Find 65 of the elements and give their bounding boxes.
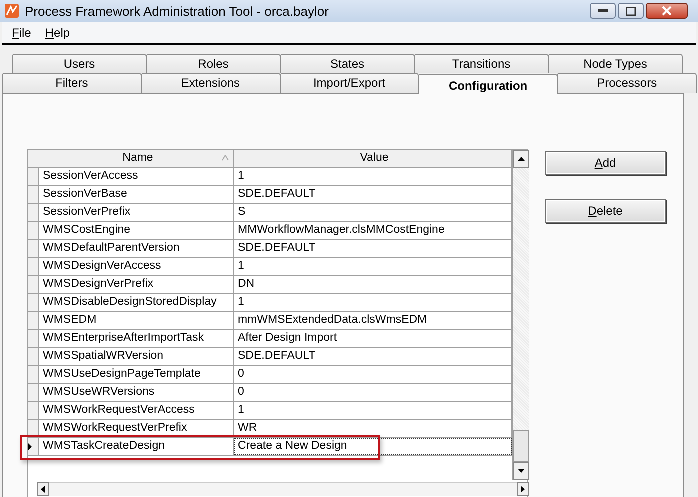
table-cell: SDE.DEFAULT (234, 186, 512, 203)
column-header[interactable]: Value (234, 150, 512, 167)
scroll-up-icon (518, 157, 524, 161)
table-cell: 0 (234, 384, 512, 401)
table-cell: WMSWorkRequestVerPrefix (39, 420, 234, 437)
table-cell: WMSTaskCreateDesign (39, 438, 234, 455)
tab[interactable]: Transitions (414, 54, 549, 73)
scroll-right-icon (521, 486, 525, 492)
maximize-button[interactable] (618, 3, 644, 19)
table-cell: WMSDesignVerAccess (39, 258, 234, 275)
tab[interactable]: Configuration (418, 74, 558, 94)
scroll-down-icon (518, 469, 524, 473)
tab[interactable]: Roles (146, 54, 281, 73)
table-cell: WMSDesignVerPrefix (39, 276, 234, 293)
table-cell: mmWMSExtendedData.clsWmsEDM (234, 312, 512, 329)
minimize-button[interactable] (590, 3, 616, 19)
action-button[interactable]: Delete (545, 199, 666, 223)
table-cell: DN (234, 276, 512, 293)
maximize-icon (626, 6, 636, 16)
table-cell: WMSUseWRVersions (39, 384, 234, 401)
tab[interactable]: Extensions (140, 73, 281, 93)
table-cell: 1 (234, 294, 512, 311)
table-cell: 1 (234, 402, 512, 419)
action-button[interactable]: Add (545, 151, 666, 175)
tab[interactable]: Node Types (548, 54, 683, 73)
close-icon (662, 6, 672, 16)
table-cell: After Design Import (234, 330, 512, 347)
table-cell: WMSWorkRequestVerAccess (39, 402, 234, 419)
table-cell: WMSUseDesignPageTemplate (39, 366, 234, 383)
table-cell: MMWorkflowManager.clsMMCostEngine (234, 222, 512, 239)
table-cell: WMSDefaultParentVersion (39, 240, 234, 257)
menu-item[interactable]: File (6, 24, 38, 42)
tab[interactable]: Filters (2, 73, 142, 93)
column-header[interactable]: Name (39, 150, 234, 167)
table-cell: 0 (234, 366, 512, 383)
table-cell: WR (234, 420, 512, 437)
table-cell: WMSDisableDesignStoredDisplay (39, 294, 234, 311)
table-cell: SessionVerAccess (39, 168, 234, 185)
scroll-left-icon (41, 486, 45, 492)
sort-icon (222, 155, 229, 161)
row-header[interactable] (28, 438, 39, 455)
minimize-icon (598, 9, 608, 13)
table-cell: Create a New Design (234, 438, 512, 455)
table-cell: SessionVerPrefix (39, 204, 234, 221)
table-cell: S (234, 204, 512, 221)
table-cell: SDE.DEFAULT (234, 348, 512, 365)
scroll-thumb[interactable] (513, 430, 529, 462)
window-title: Process Framework Administration Tool - orca.baylor (25, 4, 330, 18)
table-cell: WMSEnterpriseAfterImportTask (39, 330, 234, 347)
table-cell: SessionVerBase (39, 186, 234, 203)
vertical-scrollbar[interactable] (513, 150, 529, 480)
table-cell: SDE.DEFAULT (234, 240, 512, 257)
table-cell: WMSCostEngine (39, 222, 234, 239)
tab[interactable]: Processors (557, 73, 697, 93)
table-cell: WMSSpatialWRVersion (39, 348, 234, 365)
table-cell: 1 (234, 258, 512, 275)
app-logo-icon (4, 3, 20, 19)
menu-item[interactable]: Help (39, 24, 76, 42)
table-cell: 1 (234, 168, 512, 185)
current-row-icon (28, 442, 32, 450)
tab[interactable]: Users (12, 54, 147, 73)
tab[interactable]: Import/Export (280, 73, 420, 93)
tab[interactable]: States (280, 54, 415, 73)
table-cell: WMSEDM (39, 312, 234, 329)
close-button[interactable] (646, 3, 688, 19)
